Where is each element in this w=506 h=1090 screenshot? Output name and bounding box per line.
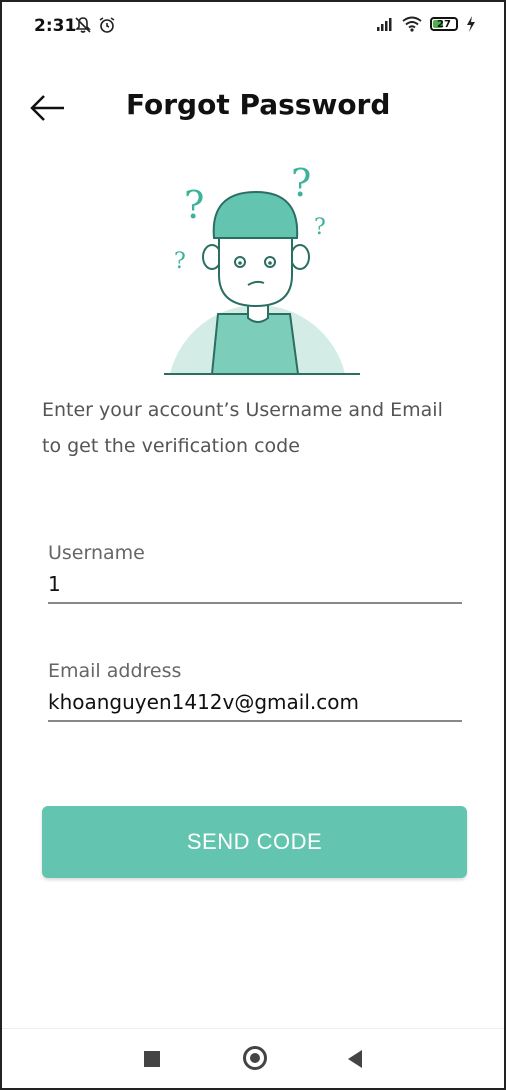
alarm-icon xyxy=(99,17,115,33)
email-input[interactable]: khoanguyen1412v@gmail.com xyxy=(48,682,462,722)
instructions-line-1: Enter your account’s Username and Email xyxy=(42,399,443,421)
svg-text:?: ? xyxy=(174,249,186,274)
signal-icon xyxy=(377,18,392,31)
battery-icon: 27 xyxy=(430,17,458,31)
navigation-bar xyxy=(2,1028,504,1089)
back-icon[interactable] xyxy=(348,1050,362,1068)
home-icon-dot xyxy=(250,1053,260,1063)
battery-level: 27 xyxy=(437,18,451,30)
svg-text:?: ? xyxy=(314,215,326,240)
email-label: Email address xyxy=(48,660,182,682)
charging-icon xyxy=(467,16,475,32)
wifi-icon xyxy=(402,16,422,32)
svg-text:?: ? xyxy=(291,161,311,205)
home-icon[interactable] xyxy=(243,1046,267,1070)
svg-text:?: ? xyxy=(184,183,204,227)
status-time: 2:31 xyxy=(34,16,77,36)
username-field-group: Username 1 xyxy=(48,542,462,604)
back-button[interactable] xyxy=(28,88,68,128)
status-icons-right: 27 xyxy=(376,16,476,32)
send-code-button[interactable]: SEND CODE xyxy=(42,806,467,878)
email-field-group: Email address khoanguyen1412v@gmail.com xyxy=(48,660,462,722)
status-icons-left xyxy=(74,16,116,34)
page-title: Forgot Password xyxy=(126,88,391,121)
instructions-text: Enter your account’s Username and Email … xyxy=(42,392,472,464)
confused-person-icon: ? ? ? ? xyxy=(164,161,360,375)
username-input[interactable]: 1 xyxy=(48,564,462,604)
username-label: Username xyxy=(48,542,145,564)
recents-icon[interactable] xyxy=(144,1051,160,1067)
notifications-off-icon xyxy=(75,17,91,33)
status-bar: 2:31 27 xyxy=(2,2,504,52)
header: Forgot Password xyxy=(2,82,504,132)
instructions-line-2: to get the verification code xyxy=(42,435,300,457)
phone-screen: 2:31 27 Forgot Password ? ? ? ? Enter yo… xyxy=(0,0,506,1090)
arrow-left-icon xyxy=(30,95,64,121)
